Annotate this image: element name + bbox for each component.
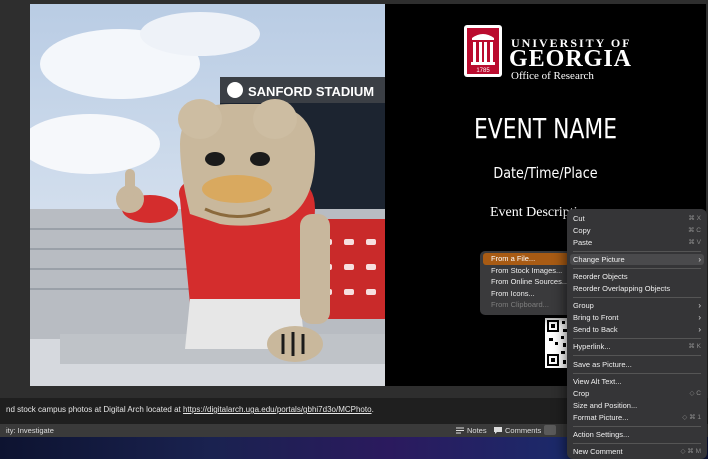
event-name-title[interactable]: EVENT NAME <box>420 112 670 145</box>
chevron-right-icon: › <box>698 313 701 322</box>
notes-toggle[interactable]: Notes <box>456 426 487 435</box>
menu-action-settings[interactable]: Action Settings... <box>573 429 701 440</box>
menu-copy[interactable]: Copy ⌘ C <box>573 225 701 236</box>
menu-separator <box>573 355 701 356</box>
submenu-from-file[interactable]: From a File... <box>483 253 569 265</box>
menu-separator <box>573 338 701 339</box>
menu-bring-to-front[interactable]: Bring to Front › <box>573 312 701 323</box>
menu-cut[interactable]: Cut ⌘ X <box>573 213 701 224</box>
change-picture-submenu: From a File... From Stock Images... From… <box>480 251 572 315</box>
chevron-right-icon: › <box>698 301 701 310</box>
menu-separator <box>573 297 701 298</box>
context-menu: Cut ⌘ X Copy ⌘ C Paste ⌘ V Change Picture › … <box>567 209 707 459</box>
date-time-place[interactable]: Date/Time/Place <box>409 164 682 182</box>
menu-separator <box>573 443 701 444</box>
chevron-right-icon: › <box>698 325 701 334</box>
event-description[interactable]: Event Descripti <box>490 205 577 221</box>
uga-year: 1785 <box>476 68 490 74</box>
menu-separator <box>573 251 701 252</box>
comments-toggle[interactable]: Comments <box>494 426 541 435</box>
submenu-from-icons[interactable]: From Icons... <box>483 288 569 300</box>
menu-reorder-overlapping[interactable]: Reorder Overlapping Objects <box>573 283 701 294</box>
menu-format-picture[interactable]: Format Picture... ◇ ⌘ 1 <box>573 412 701 423</box>
notes-icon <box>456 427 464 434</box>
chevron-right-icon: › <box>698 255 701 264</box>
menu-paste[interactable]: Paste ⌘ V <box>573 237 701 248</box>
notes-label: Notes <box>467 426 487 435</box>
comments-label: Comments <box>505 426 542 435</box>
mascot-photo[interactable]: SANFORD STADIUM <box>30 4 385 386</box>
menu-separator <box>573 268 701 269</box>
menu-reorder-objects[interactable]: Reorder Objects <box>573 271 701 282</box>
submenu-from-online-sources[interactable]: From Online Sources... <box>483 276 569 288</box>
menu-save-as-picture[interactable]: Save as Picture... <box>573 359 701 370</box>
menu-group[interactable]: Group › <box>573 300 701 311</box>
uga-arch-logo: 1785 <box>464 25 502 77</box>
submenu-from-clipboard: From Clipboard... <box>491 300 549 309</box>
menu-send-to-back[interactable]: Send to Back › <box>573 324 701 335</box>
menu-new-comment[interactable]: New Comment ◇ ⌘ M <box>573 446 701 457</box>
comments-icon <box>494 427 502 434</box>
menu-separator <box>573 373 701 374</box>
accessibility-status[interactable]: ity: Investigate <box>6 426 54 435</box>
stadium-sign: SANFORD STADIUM <box>248 84 374 99</box>
normal-view-button[interactable] <box>544 425 556 435</box>
notes-link[interactable]: https://digitalarch.uga.edu/portals/gbhi… <box>183 405 372 414</box>
menu-crop[interactable]: Crop ◇ C <box>573 388 701 399</box>
menu-size-and-position[interactable]: Size and Position... <box>573 400 701 411</box>
university-line-3: Office of Research <box>511 70 594 82</box>
menu-hyperlink[interactable]: Hyperlink... ⌘ K <box>573 341 701 352</box>
notes-text[interactable]: nd stock campus photos at Digital Arch l… <box>6 405 374 414</box>
menu-view-alt-text[interactable]: View Alt Text... <box>573 376 701 387</box>
menu-separator <box>573 426 701 427</box>
university-line-2: GEORGIA <box>509 46 633 72</box>
submenu-from-stock-images[interactable]: From Stock Images... <box>483 265 569 277</box>
menu-change-picture[interactable]: Change Picture › <box>570 254 704 265</box>
